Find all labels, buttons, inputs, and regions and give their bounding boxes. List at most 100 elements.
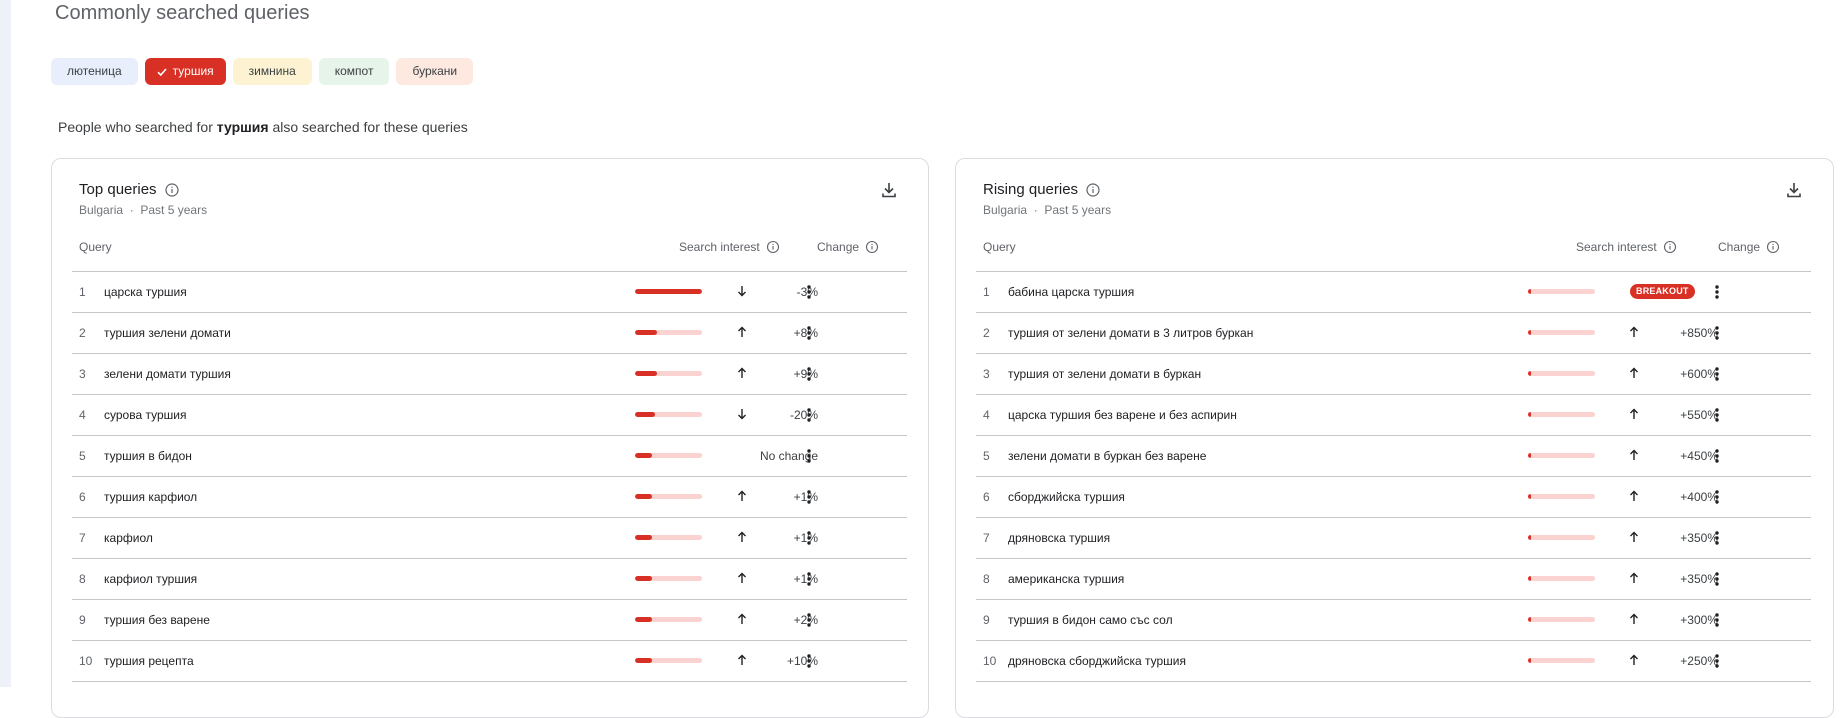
info-icon[interactable] — [766, 240, 780, 254]
table-row[interactable]: 1 бабина царска туршия BREAKOUT — [976, 272, 1811, 313]
info-icon[interactable] — [164, 182, 179, 197]
more-vert-icon[interactable] — [1709, 611, 1725, 629]
row-query[interactable]: туршия карфиол — [104, 490, 197, 504]
top-queries-panel: Top queries Bulgaria · Past 5 years Quer… — [51, 158, 929, 718]
row-query[interactable]: туршия зелени домати — [104, 326, 231, 340]
info-icon[interactable] — [1766, 240, 1780, 254]
more-vert-icon[interactable] — [801, 365, 817, 383]
more-vert-icon[interactable] — [801, 529, 817, 547]
row-query[interactable]: зелени домати туршия — [104, 367, 231, 381]
interest-bar-fill — [635, 576, 652, 581]
more-vert-icon[interactable] — [1709, 324, 1725, 342]
chip-zimnina[interactable]: зимнина — [232, 58, 312, 85]
arrow-up-icon — [738, 490, 746, 501]
row-query[interactable]: туршия в бидон — [104, 449, 192, 463]
info-icon[interactable] — [1086, 182, 1100, 197]
table-row[interactable]: 9 туршия в бидон само със сол +300% — [976, 600, 1811, 641]
table-row[interactable]: 3 зелени домати туршия +9% — [72, 354, 907, 395]
chip-burkani[interactable]: буркани — [396, 58, 474, 85]
more-vert-icon[interactable] — [801, 406, 817, 424]
more-vert-icon[interactable] — [801, 324, 817, 342]
table-row[interactable]: 9 туршия без варене +2% — [72, 600, 907, 641]
interest-bar — [635, 371, 702, 376]
interest-bar-fill — [1528, 453, 1531, 458]
row-query[interactable]: американска туршия — [1008, 572, 1124, 586]
row-query[interactable]: туршия в бидон само със сол — [1008, 613, 1173, 627]
table-row[interactable]: 7 дряновска туршия +350% — [976, 518, 1811, 559]
row-query[interactable]: дряновска туршия — [1008, 531, 1110, 545]
row-query[interactable]: туршия без варене — [104, 613, 210, 627]
more-vert-icon[interactable] — [801, 652, 817, 670]
row-query[interactable]: карфиол туршия — [104, 572, 197, 586]
table-row[interactable]: 6 туршия карфиол +1% — [72, 477, 907, 518]
chip-lyutenitsa[interactable]: лютеница — [51, 58, 138, 85]
more-vert-icon[interactable] — [1709, 406, 1725, 424]
table-row[interactable]: 5 зелени домати в буркан без варене +450% — [976, 436, 1811, 477]
download-icon[interactable] — [880, 181, 898, 199]
table-row[interactable]: 10 дряновска сборджийска туршия +250% — [976, 641, 1811, 682]
more-vert-icon[interactable] — [1709, 447, 1725, 465]
row-rank: 10 — [79, 654, 93, 668]
col-change-label: Change — [817, 240, 860, 254]
table-row[interactable]: 6 сборджийска туршия +400% — [976, 477, 1811, 518]
more-vert-icon[interactable] — [1709, 488, 1725, 506]
more-vert-icon[interactable] — [1709, 365, 1725, 383]
interest-bar-fill — [635, 617, 652, 622]
table-row[interactable]: 2 туршия зелени домати +8% — [72, 313, 907, 354]
arrow-down-icon — [738, 409, 746, 420]
more-vert-icon[interactable] — [801, 283, 817, 301]
arrow-up-icon — [1630, 613, 1638, 624]
row-query[interactable]: царска туршия без варене и без аспирин — [1008, 408, 1237, 422]
more-vert-icon[interactable] — [1709, 283, 1725, 301]
row-query[interactable]: зелени домати в буркан без варене — [1008, 449, 1206, 463]
row-query[interactable]: карфиол — [104, 531, 153, 545]
download-icon[interactable] — [1785, 181, 1803, 199]
interest-bar — [635, 535, 702, 540]
chip-kompot[interactable]: компот — [318, 58, 390, 85]
arrow-up-icon — [1630, 449, 1638, 460]
table-row[interactable]: 4 сурова туршия -20% — [72, 395, 907, 436]
table-row[interactable]: 2 туршия от зелени домати в 3 литров бурк… — [976, 313, 1811, 354]
table-row[interactable]: 5 туршия в бидон No change — [72, 436, 907, 477]
table-row[interactable]: 10 туршия рецепта +10% — [72, 641, 907, 682]
interest-bar — [1528, 289, 1595, 294]
interest-bar — [1528, 371, 1595, 376]
more-vert-icon[interactable] — [801, 447, 817, 465]
left-rail — [0, 0, 11, 687]
row-rank: 1 — [79, 285, 86, 299]
row-query[interactable]: туршия рецепта — [104, 654, 194, 668]
arrow-up-icon — [738, 326, 746, 337]
interest-bar — [1528, 658, 1595, 663]
row-query[interactable]: туршия от зелени домати в 3 литров бурка… — [1008, 326, 1253, 340]
more-vert-icon[interactable] — [801, 488, 817, 506]
more-vert-icon[interactable] — [1709, 529, 1725, 547]
arrow-up-icon — [1630, 367, 1638, 378]
row-query[interactable]: туршия от зелени домати в буркан — [1008, 367, 1201, 381]
more-vert-icon[interactable] — [801, 611, 817, 629]
more-vert-icon[interactable] — [1709, 570, 1725, 588]
query-chips: лютеница туршия зимнина компот буркани — [51, 58, 474, 85]
table-row[interactable]: 4 царска туршия без варене и без аспирин +… — [976, 395, 1811, 436]
interest-bar-fill — [635, 289, 702, 294]
row-query[interactable]: сборджийска туршия — [1008, 490, 1125, 504]
interest-bar — [635, 658, 702, 663]
row-rank: 4 — [79, 408, 86, 422]
row-rank: 7 — [79, 531, 86, 545]
row-query[interactable]: дряновска сборджийска туршия — [1008, 654, 1186, 668]
row-rank: 6 — [983, 490, 990, 504]
row-query[interactable]: бабина царска туршия — [1008, 285, 1134, 299]
info-icon[interactable] — [865, 240, 879, 254]
interest-bar — [1528, 494, 1595, 499]
chip-turshiya[interactable]: туршия — [144, 58, 226, 85]
table-row[interactable]: 8 американска туршия +350% — [976, 559, 1811, 600]
table-row[interactable]: 7 карфиол +1% — [72, 518, 907, 559]
row-query[interactable]: сурова туршия — [104, 408, 186, 422]
info-icon[interactable] — [1663, 240, 1677, 254]
row-rank: 4 — [983, 408, 990, 422]
more-vert-icon[interactable] — [801, 570, 817, 588]
table-row[interactable]: 8 карфиол туршия +1% — [72, 559, 907, 600]
row-query[interactable]: царска туршия — [104, 285, 187, 299]
table-row[interactable]: 1 царска туршия -3% — [72, 272, 907, 313]
more-vert-icon[interactable] — [1709, 652, 1725, 670]
table-row[interactable]: 3 туршия от зелени домати в буркан +600% — [976, 354, 1811, 395]
